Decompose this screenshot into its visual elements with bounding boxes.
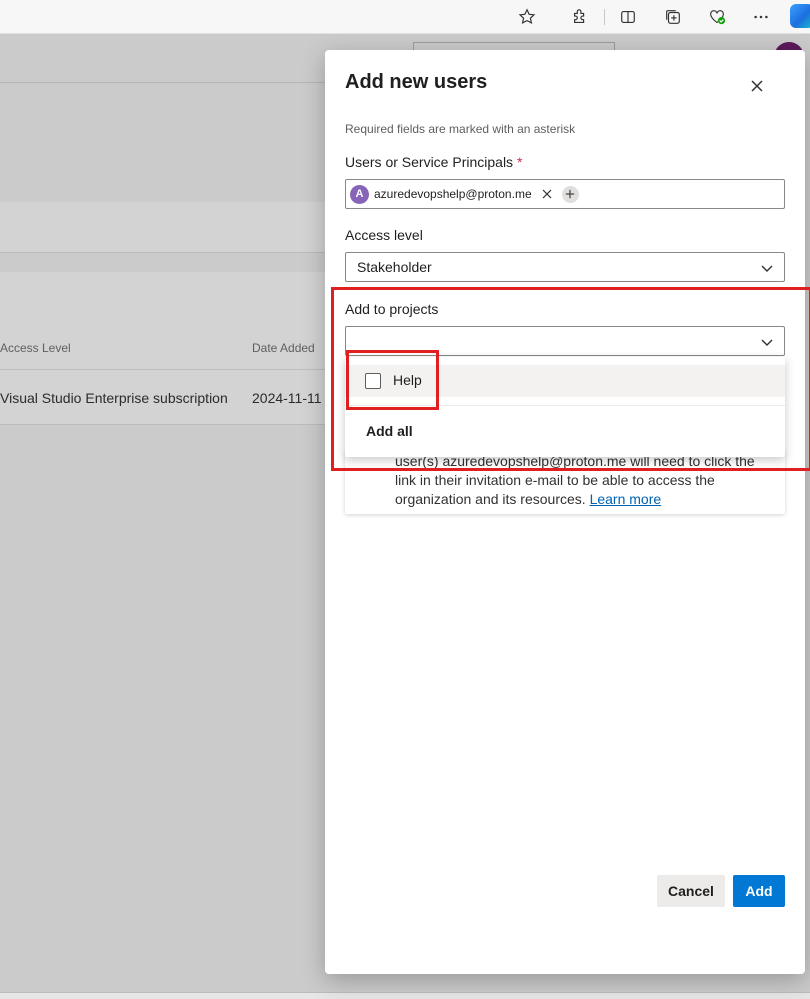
- table-cell-access-level: Visual Studio Enterprise subscription: [0, 390, 228, 406]
- chevron-down-icon: [761, 265, 773, 272]
- cancel-button[interactable]: Cancel: [657, 875, 725, 907]
- more-icon[interactable]: [750, 6, 772, 28]
- toolbar-separator: [604, 9, 605, 25]
- panel-title: Add new users: [345, 71, 488, 93]
- browser-essentials-icon[interactable]: [706, 6, 728, 28]
- table-cell-date-added: 2024-11-11: [252, 390, 322, 406]
- users-label: Users or Service Principals *: [345, 154, 522, 170]
- add-user-icon[interactable]: [561, 185, 579, 203]
- table-row-divider: [0, 369, 330, 370]
- learn-more-link[interactable]: Learn more: [590, 491, 662, 507]
- add-button[interactable]: Add: [733, 875, 785, 907]
- access-level-value: Stakeholder: [357, 259, 432, 275]
- access-level-label: Access level: [345, 227, 423, 243]
- required-asterisk: *: [516, 154, 523, 170]
- copilot-icon[interactable]: [790, 4, 810, 28]
- access-level-dropdown[interactable]: Stakeholder: [345, 252, 785, 282]
- users-picker[interactable]: A azuredevopshelp@proton.me: [345, 179, 785, 209]
- remove-chip-icon[interactable]: [541, 188, 553, 200]
- add-users-panel: Add new users Required fields are marked…: [325, 50, 805, 974]
- chip-avatar: A: [350, 184, 369, 204]
- chip-email: azuredevopshelp@proton.me: [374, 187, 532, 201]
- user-chip: A azuredevopshelp@proton.me: [350, 183, 579, 205]
- column-header-access-level: Access Level: [0, 341, 71, 355]
- split-screen-icon[interactable]: [617, 6, 639, 28]
- collections-icon[interactable]: [662, 6, 684, 28]
- users-label-text: Users or Service Principals: [345, 154, 514, 170]
- close-icon[interactable]: [747, 76, 767, 96]
- required-note: Required fields are marked with an aster…: [345, 122, 576, 136]
- column-header-date-added: Date Added: [252, 341, 315, 355]
- extension-icon[interactable]: [569, 6, 591, 28]
- background-divider: [0, 82, 330, 83]
- background-toolbar: [0, 202, 330, 253]
- star-icon[interactable]: [516, 6, 538, 28]
- highlight-box-help-option: [346, 350, 439, 410]
- browser-toolbar: [0, 0, 810, 34]
